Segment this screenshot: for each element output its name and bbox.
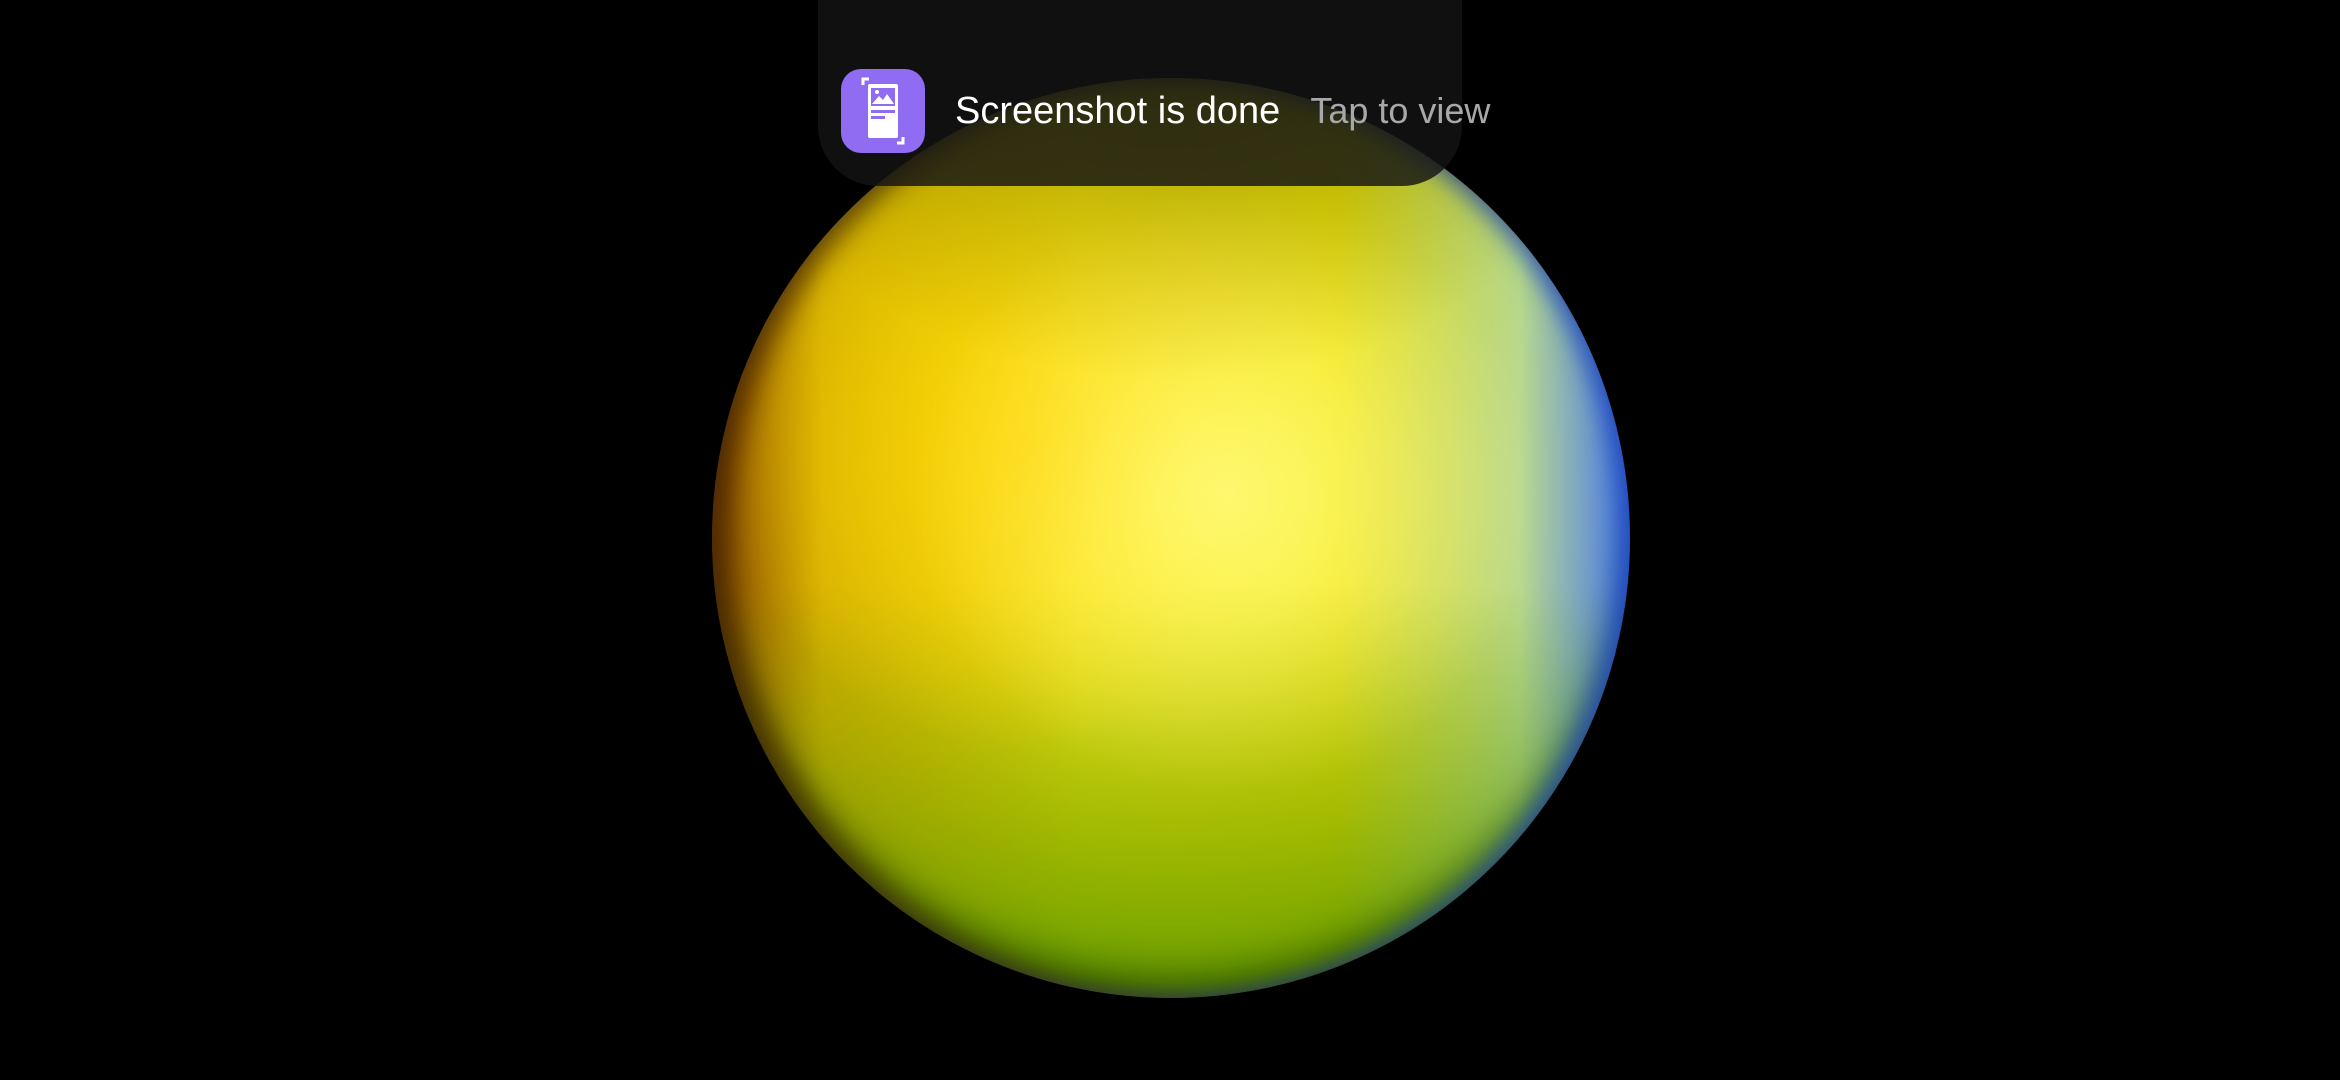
shaded-sphere xyxy=(712,78,1630,998)
notification-title: Screenshot is done xyxy=(955,89,1281,132)
screenshot-app-icon xyxy=(841,69,925,153)
render-viewport[interactable]: Screenshot is done Tap to view xyxy=(0,0,2340,1080)
notification-content[interactable]: Screenshot is done Tap to view xyxy=(841,69,1490,153)
tap-to-view-link[interactable]: Tap to view xyxy=(1310,90,1490,132)
sphere-shading xyxy=(712,78,1630,998)
screenshot-icon xyxy=(861,77,905,145)
